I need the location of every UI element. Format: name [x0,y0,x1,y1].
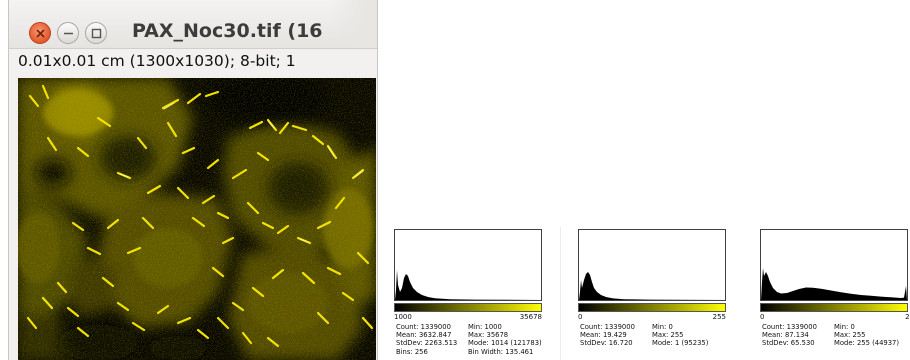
axis-min-label: 0 [760,313,765,321]
stat-mean: Mean: 19.429 [580,331,627,340]
stats-right: Min: 0 Max: 255 Mode: 1 (95235) [652,323,708,348]
axis-max-label: 25 [905,313,910,321]
stat-min: Min: 0 [834,323,855,331]
stat-stddev: StdDev: 16.720 [580,339,633,348]
maximize-icon [91,28,102,39]
window-title: PAX_Noc30.tif (16 [132,20,323,42]
microscopy-image [18,78,376,360]
stat-mean: Mean: 87.134 [762,331,809,340]
stat-stddev: StdDev: 65.530 [762,339,815,348]
stats-left: Count: 1339000 Mean: 87.134 StdDev: 65.5… [762,323,817,348]
close-button[interactable] [29,22,51,44]
axis-min-label: 0 [578,313,583,321]
stat-mode: Mode: 1014 (121783) [468,339,542,348]
axis-max-label: 255 [712,313,726,321]
stat-count: Count: 1339000 [762,323,817,331]
lut-gradient-bar [760,303,908,312]
histogram-panel-1: 1000 35678 Count: 1339000 Mean: 3632.847… [390,227,550,360]
stat-count: Count: 1339000 [580,323,635,331]
stat-max: Max: 35678 [468,331,509,340]
histogram-plot [578,229,726,301]
image-canvas[interactable] [18,78,376,360]
stats-right: Min: 1000 Max: 35678 Mode: 1014 (121783)… [468,323,542,356]
stat-stddev: StdDev: 2263.513 [396,339,458,348]
stat-count: Count: 1339000 [396,323,451,331]
histogram-panel-3: 0 25 Count: 1339000 Mean: 87.134 StdDev:… [756,227,910,360]
title-fade [329,0,377,48]
lut-gradient-bar [394,303,542,312]
histogram-curve [395,270,541,300]
minimize-icon [64,32,73,35]
maximize-button[interactable] [85,22,107,44]
stat-mode: Mode: 255 (44937) [834,339,900,348]
axis-max-label: 35678 [519,313,542,321]
stat-max: Max: 255 [834,331,866,340]
histogram-plot [760,229,908,301]
axis-min-label: 1000 [394,313,412,321]
image-info: 0.01x0.01 cm (1300x1030); 8-bit; 1 [18,52,296,70]
histogram-plot [394,229,542,301]
stat-mode: Mode: 1 (95235) [652,339,709,348]
stat-mean: Mean: 3632.847 [396,331,452,340]
stat-max: Max: 255 [652,331,684,340]
histogram-curve [761,268,907,300]
stat-bin-width: Bin Width: 135.461 [468,347,534,356]
lut-gradient-bar [578,303,726,312]
stats-left: Count: 1339000 Mean: 3632.847 StdDev: 22… [396,323,457,356]
stats-left: Count: 1339000 Mean: 19.429 StdDev: 16.7… [580,323,635,348]
histogram-curve [579,272,725,300]
separator [560,227,561,360]
minimize-button[interactable] [57,22,79,44]
stat-min: Min: 0 [652,323,673,331]
stat-min: Min: 1000 [468,323,502,331]
stats-right: Min: 0 Max: 255 Mode: 255 (44937) [834,323,899,348]
histogram-panel-2: 0 255 Count: 1339000 Mean: 19.429 StdDev… [574,227,734,360]
stat-bins: Bins: 256 [396,347,428,356]
title-bar[interactable]: PAX_Noc30.tif (16 [9,0,377,49]
image-window: PAX_Noc30.tif (16 0.01x0.01 cm (1300x103… [8,0,378,360]
close-icon [36,29,45,38]
